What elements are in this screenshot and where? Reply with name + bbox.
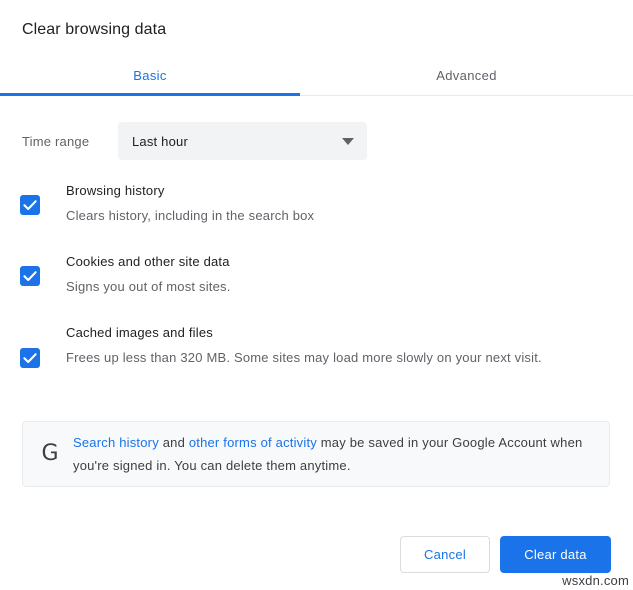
option-description: Signs you out of most sites. [66, 279, 231, 294]
checkbox-cookies-and-site-data[interactable] [20, 266, 40, 286]
info-banner-mid-text: and [158, 435, 189, 450]
clear-data-button[interactable]: Clear data [500, 536, 611, 573]
google-g-icon: G [41, 441, 59, 466]
option-title: Browsing history [66, 183, 165, 198]
google-account-info-banner: G Search history and other forms of acti… [22, 421, 610, 487]
option-description: Clears history, including in the search … [66, 208, 315, 223]
option-description: Frees up less than 320 MB. Some sites ma… [66, 350, 542, 365]
tab-advanced[interactable]: Advanced [300, 60, 633, 95]
info-banner-text: Search history and other forms of activi… [73, 431, 593, 477]
checkbox-browsing-history[interactable] [20, 195, 40, 215]
option-row-cookies-and-site-data: Cookies and other site data Signs you ou… [0, 252, 633, 298]
tab-basic[interactable]: Basic [0, 60, 300, 95]
time-range-selected-value: Last hour [132, 133, 189, 149]
chevron-down-icon [342, 138, 354, 145]
watermark: wsxdn.com [562, 573, 629, 588]
page-title: Clear browsing data [22, 21, 167, 38]
option-row-browsing-history: Browsing history Clears history, includi… [0, 181, 633, 227]
option-title: Cookies and other site data [66, 254, 230, 269]
time-range-row: Time range Last hour [22, 122, 367, 160]
option-text-browsing-history: Browsing history Clears history, includi… [66, 181, 611, 227]
time-range-label: Time range [22, 133, 90, 149]
checkbox-cached-images-and-files[interactable] [20, 348, 40, 368]
option-row-cached-images-and-files: Cached images and files Frees up less th… [0, 323, 633, 369]
dialog-footer: Cancel Clear data [400, 536, 611, 573]
option-text-cached-images-and-files: Cached images and files Frees up less th… [66, 323, 611, 369]
cancel-button[interactable]: Cancel [400, 536, 490, 573]
search-history-link[interactable]: Search history [73, 435, 159, 450]
tabstrip: Basic Advanced [0, 60, 633, 96]
time-range-select[interactable]: Last hour [118, 122, 367, 160]
other-forms-of-activity-link[interactable]: other forms of activity [189, 435, 317, 450]
tab-active-indicator [0, 93, 300, 96]
option-title: Cached images and files [66, 325, 213, 340]
clear-browsing-data-dialog: Clear browsing data Basic Advanced Time … [0, 0, 633, 590]
option-text-cookies-and-site-data: Cookies and other site data Signs you ou… [66, 252, 611, 298]
